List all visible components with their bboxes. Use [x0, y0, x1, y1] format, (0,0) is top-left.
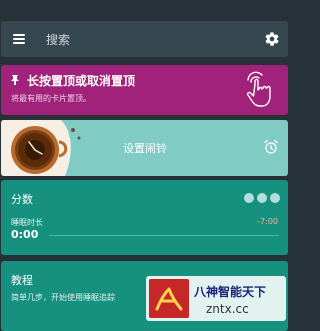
set-alarm-card[interactable]: 设置闹铃	[1, 120, 288, 176]
score-card-title: 分数	[11, 193, 33, 206]
gear-icon[interactable]	[264, 31, 280, 47]
pin-hint-card[interactable]: 长按置顶或取消置顶 将最有用的卡片置顶。	[1, 65, 288, 115]
watermark-url: zntx.cc	[206, 302, 249, 316]
score-dot	[270, 193, 280, 203]
pin-icon	[11, 75, 19, 85]
score-dot	[257, 193, 267, 203]
watermark-logo-icon	[149, 279, 189, 318]
coffee-cup-art	[1, 120, 91, 176]
score-indicator-dots	[244, 193, 280, 203]
watermark-text: 八神智能天下	[194, 285, 267, 299]
search-input[interactable]: 搜索	[46, 31, 70, 48]
search-bar[interactable]: 搜索	[1, 21, 288, 57]
pin-card-title: 长按置顶或取消置顶	[27, 74, 136, 88]
sleep-duration-track	[49, 235, 279, 236]
site-watermark: 八神智能天下 zntx.cc	[146, 276, 286, 321]
score-dot	[244, 193, 254, 203]
long-press-hand-icon	[246, 71, 271, 107]
app-root: 搜索 长按置顶或取消置顶 将最有用的卡片置顶。 设置闹铃 分数 睡眠时长 0:0…	[0, 0, 289, 331]
set-alarm-label: 设置闹铃	[123, 142, 167, 155]
menu-icon[interactable]	[13, 34, 25, 44]
sleep-target-value: -7:00	[257, 217, 278, 226]
sleep-duration-label: 睡眠时长	[11, 218, 43, 227]
alarm-clock-icon[interactable]	[264, 139, 278, 155]
sleep-duration-value: 0:00	[11, 228, 39, 241]
tutorial-card-title: 教程	[11, 274, 33, 287]
pin-card-subtitle: 将最有用的卡片置顶。	[11, 94, 91, 103]
tutorial-card-subtitle: 简单几步，开始使用睡眠追踪	[11, 293, 115, 302]
score-card[interactable]: 分数 睡眠时长 0:00 -7:00	[1, 180, 288, 255]
